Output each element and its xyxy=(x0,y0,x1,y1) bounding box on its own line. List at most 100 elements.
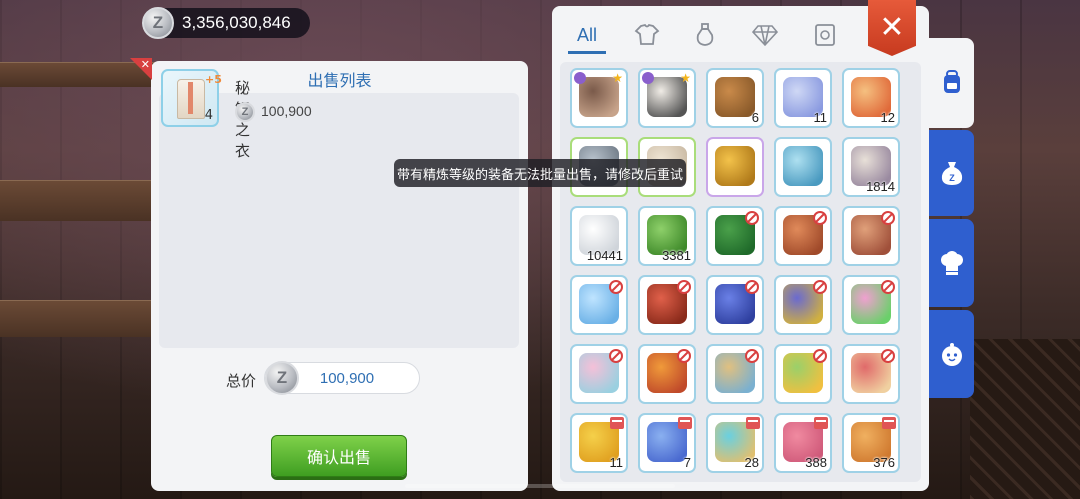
inventory-slot-red-chest[interactable] xyxy=(638,275,696,335)
inventory-slot-gold-shard[interactable] xyxy=(706,137,764,197)
inventory-slot-tower-box[interactable] xyxy=(706,344,764,404)
shop-icon xyxy=(814,417,828,429)
sell-error-tooltip: 带有精炼等级的装备无法批量出售，请修改后重试 xyxy=(394,159,686,187)
zeny-bag-tab[interactable]: Z xyxy=(929,130,974,216)
not-sellable-icon xyxy=(881,211,895,225)
inventory-slot-card-werewolf[interactable]: ★ xyxy=(570,68,628,128)
inventory-slot-pink-chest[interactable] xyxy=(842,344,900,404)
zeny-coin-icon: Z xyxy=(142,7,174,39)
inventory-slot-orange-book[interactable] xyxy=(638,344,696,404)
not-sellable-icon xyxy=(881,280,895,294)
item-count: 12 xyxy=(880,110,895,125)
shop-icon xyxy=(882,417,896,429)
not-sellable-icon xyxy=(677,280,691,294)
confirm-sell-button[interactable]: 确认出售 xyxy=(271,435,407,477)
inventory-slot-potion-flask[interactable]: 12 xyxy=(842,68,900,128)
inventory-slot-orange-puzzle[interactable]: 376 xyxy=(842,413,900,473)
fish-scale-icon xyxy=(783,146,823,186)
inventory-slot-green-herb[interactable]: 3381 xyxy=(638,206,696,266)
inventory-slot-cyan-emblem[interactable]: 28 xyxy=(706,413,764,473)
sell-list-area xyxy=(159,93,519,348)
zeny-amount: 3,356,030,846 xyxy=(182,13,291,32)
not-sellable-icon xyxy=(677,349,691,363)
inventory-slot-green-book[interactable] xyxy=(706,206,764,266)
item-count: 388 xyxy=(805,455,827,470)
item-quantity: 4 xyxy=(204,108,213,123)
inventory-slot-card-pierrot[interactable]: ★ xyxy=(638,68,696,128)
item-count: 6 xyxy=(751,110,759,125)
leather-bag-icon xyxy=(715,77,755,117)
inventory-slot-white-feather[interactable]: 10441 xyxy=(570,206,628,266)
svg-text:Z: Z xyxy=(949,173,955,183)
total-price-value: 100,900 xyxy=(319,370,375,387)
star-icon: ★ xyxy=(612,71,623,85)
deck-plank xyxy=(0,180,160,221)
item-count: 11 xyxy=(609,455,624,470)
item-price: 100,900 xyxy=(261,103,312,119)
zeny-coin-icon: Z xyxy=(235,102,255,122)
inventory-slot-pink-box[interactable] xyxy=(842,275,900,335)
refine-level: +5 xyxy=(205,73,222,86)
inventory-slot-coin-bag[interactable] xyxy=(774,206,832,266)
inventory-slot-green-crate[interactable] xyxy=(774,344,832,404)
card-icon[interactable] xyxy=(810,20,840,50)
not-sellable-icon xyxy=(745,349,759,363)
deck-plank xyxy=(0,300,160,337)
mithril-coat-icon: +5 4 xyxy=(161,69,222,127)
inventory-slot-ribbon[interactable]: 11 xyxy=(774,68,832,128)
not-sellable-icon xyxy=(813,211,827,225)
deck-plank xyxy=(0,62,160,87)
item-count: 1814 xyxy=(866,179,895,194)
not-sellable-icon xyxy=(609,280,623,294)
armor-icon xyxy=(177,79,205,119)
pet-tab[interactable] xyxy=(929,310,974,398)
item-count: 7 xyxy=(683,455,691,470)
money-bag-icon: Z xyxy=(941,162,962,185)
not-sellable-icon xyxy=(881,349,895,363)
armor-icon[interactable] xyxy=(632,20,662,50)
star-icon: ★ xyxy=(680,71,691,85)
not-sellable-icon xyxy=(609,349,623,363)
inventory-slot-fish-scale[interactable] xyxy=(774,137,832,197)
home-indicator xyxy=(405,484,675,488)
close-button[interactable]: ✕ xyxy=(868,0,916,56)
pet-icon xyxy=(941,343,962,366)
inventory-slot-feather[interactable]: 1814 xyxy=(842,137,900,197)
not-sellable-icon xyxy=(813,349,827,363)
shop-icon xyxy=(678,417,692,429)
chef-hat-icon xyxy=(940,251,963,275)
tab-all[interactable]: All xyxy=(566,20,608,54)
inventory-slot-gold-ticket[interactable]: 11 xyxy=(570,413,628,473)
potion-icon[interactable] xyxy=(690,20,720,50)
inventory-slot-pink-puzzle[interactable]: 388 xyxy=(774,413,832,473)
wand-icon xyxy=(642,72,654,84)
inventory-slot-gift-box[interactable] xyxy=(570,344,628,404)
inventory-grid: ★ ★ 6 11 12 1814 10441 3381 11 7 28 388 376 xyxy=(560,62,921,482)
inventory-slot-star-box[interactable] xyxy=(774,275,832,335)
chef-hat-tab[interactable] xyxy=(929,219,974,307)
gem-icon[interactable] xyxy=(750,20,780,50)
inventory-slot-crystal-box[interactable] xyxy=(570,275,628,335)
wand-icon xyxy=(574,72,586,84)
inventory-slot-moon-charm[interactable]: 7 xyxy=(638,413,696,473)
shop-icon xyxy=(610,417,624,429)
total-price-label: 总价 xyxy=(226,372,257,390)
gold-shard-icon xyxy=(715,146,755,186)
item-count: 11 xyxy=(813,110,828,125)
backpack-icon xyxy=(943,70,960,93)
inventory-panel: All ★ ★ 6 11 12 1814 10441 3381 11 7 28 388 376 xyxy=(552,6,929,491)
zeny-balance: Z 3,356,030,846 xyxy=(142,7,310,39)
bag-tab[interactable] xyxy=(929,38,974,128)
shop-icon xyxy=(746,417,760,429)
item-count: 28 xyxy=(744,455,759,470)
not-sellable-icon xyxy=(745,211,759,225)
inventory-slot-blue-scroll[interactable] xyxy=(706,275,764,335)
not-sellable-icon xyxy=(813,280,827,294)
item-count: 376 xyxy=(873,455,895,470)
total-price-field: Z 100,900 xyxy=(264,361,420,395)
not-sellable-icon xyxy=(745,280,759,294)
inventory-slot-leather-bag[interactable]: 6 xyxy=(706,68,764,128)
inventory-slot-pet-basket[interactable] xyxy=(842,206,900,266)
item-count: 10441 xyxy=(586,248,623,263)
item-count: 3381 xyxy=(662,248,691,263)
